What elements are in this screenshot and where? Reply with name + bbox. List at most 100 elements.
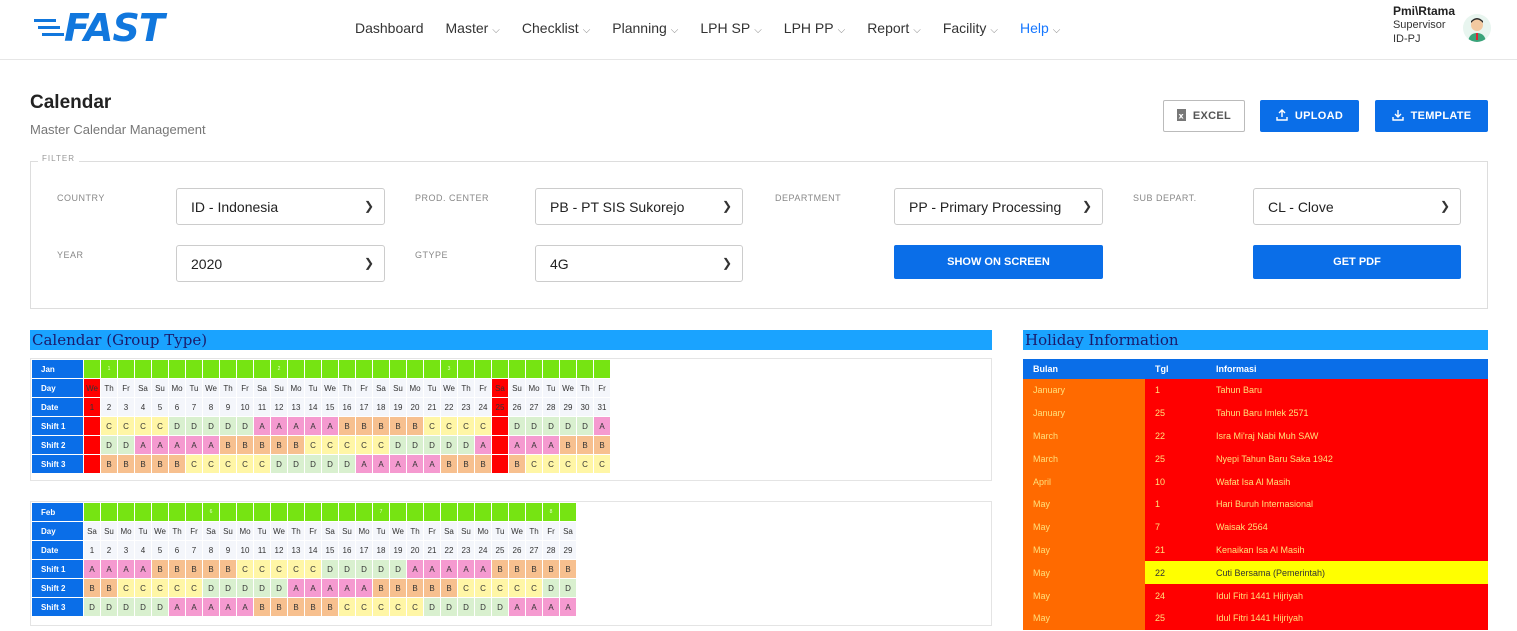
shift-cell: B (151, 559, 169, 579)
calendar-row-shift3: Shift 3DDDDDAAAAABBBBBCCCCCDDDDDAAAA (31, 597, 577, 617)
week-cell: 7 (372, 502, 390, 522)
shift-cell: C (457, 578, 475, 598)
day-cell: We (83, 378, 101, 398)
day-cell: Su (389, 378, 407, 398)
day-cell: Tu (185, 378, 203, 398)
nav-item-report[interactable]: Report ⌵ (867, 20, 921, 36)
day-cell: Sa (440, 521, 458, 541)
shift-cell: B (406, 416, 424, 436)
date-cell: 21 (423, 540, 441, 560)
day-cell: Th (525, 521, 543, 541)
holiday-date-cell: 1 (1145, 379, 1206, 402)
shift-cell: D (423, 597, 441, 617)
avatar[interactable] (1463, 14, 1491, 42)
week-cell (287, 502, 305, 522)
calendar-row-date: Date 1 2 3 4 5 6 7 8 9 10 11 12 13 14 15 16 17 18 19 20 21 22 2… (31, 397, 611, 417)
department-select[interactable]: PP - Primary Processing ❯ (894, 188, 1103, 225)
week-cell (185, 359, 203, 379)
shift-cell: B (508, 454, 526, 474)
holiday-info-cell: Idul Fitri 1441 Hijriyah (1206, 606, 1488, 630)
shift-cell: C (559, 454, 577, 474)
row-label-shift3: Shift 3 (31, 454, 84, 474)
nav-item-facility[interactable]: Facility ⌵ (943, 20, 998, 36)
shift-cell: A (406, 454, 424, 474)
date-cell: 11 (253, 397, 271, 417)
calendar-row-date: Date 1 2 3 4 5 6 7 8 9 10 11 12 13 14 15 16 17 18 19 20 21 22 2… (31, 540, 577, 560)
day-cell: We (508, 521, 526, 541)
shift-cell: C (236, 454, 254, 474)
nav-item-checklist[interactable]: Checklist ⌵ (522, 20, 590, 36)
month-label: Feb (31, 502, 84, 522)
app-logo[interactable]: FAST (34, 6, 165, 50)
nav-item-help[interactable]: Help ⌵ (1020, 20, 1060, 36)
user-location: ID-PJ (1392, 33, 1421, 45)
show-on-screen-button[interactable]: SHOW ON SCREEN (894, 245, 1103, 279)
week-cell (559, 502, 577, 522)
day-cell: Sa (372, 378, 390, 398)
sub-depart-select[interactable]: CL - Clove ❯ (1253, 188, 1461, 225)
shift-cell: C (542, 454, 560, 474)
shift-cell: A (202, 435, 220, 455)
template-button[interactable]: TEMPLATE (1375, 100, 1488, 132)
holiday-info-cell: Cuti Bersama (Pemerintah) (1206, 561, 1488, 585)
holiday-info-cell: Kenaikan Isa Al Masih (1206, 538, 1488, 562)
shift-cell: A (559, 597, 577, 617)
shift-cell: B (559, 559, 577, 579)
nav-item-lph-pp[interactable]: LPH PP ⌵ (784, 20, 845, 36)
day-cell: Fr (355, 378, 373, 398)
month-label: Jan (31, 359, 84, 379)
prod-center-value: PB - PT SIS Sukorejo (550, 198, 685, 215)
day-cell: We (151, 521, 169, 541)
day-cell: Th (168, 521, 186, 541)
shift-cell: C (168, 578, 186, 598)
shift-cell: D (338, 454, 356, 474)
excel-icon: x (1176, 108, 1186, 124)
holiday-info-cell: Isra Mi'raj Nabi Muh SAW (1206, 424, 1488, 448)
shift-cell: A (389, 454, 407, 474)
filter-legend: FILTER (38, 154, 79, 163)
holiday-date-cell: 7 (1145, 515, 1206, 539)
nav-item-dashboard[interactable]: Dashboard (355, 20, 424, 36)
shift-cell: A (287, 416, 305, 436)
shift-cell: C (117, 416, 135, 436)
holiday-date-cell: 24 (1145, 584, 1206, 607)
shift-cell: D (185, 416, 203, 436)
shift-cell (491, 416, 509, 436)
shift-cell: D (542, 416, 560, 436)
week-cell (83, 502, 101, 522)
gtype-select[interactable]: 4G ❯ (535, 245, 743, 282)
shift-cell: A (525, 435, 543, 455)
shift-cell: D (355, 559, 373, 579)
date-cell: 17 (355, 397, 373, 417)
shift-cell: B (287, 597, 305, 617)
nav-item-label: Planning (612, 20, 667, 36)
nav-item-master[interactable]: Master ⌵ (446, 20, 500, 36)
nav-item-label: Checklist (521, 20, 579, 36)
date-cell: 10 (236, 540, 254, 560)
year-select[interactable]: 2020 ❯ (176, 245, 385, 282)
shift-cell: B (100, 578, 118, 598)
date-cell: 22 (440, 540, 458, 560)
shift-cell: D (304, 454, 322, 474)
shift-cell: D (100, 435, 118, 455)
holiday-date-cell: 25 (1145, 606, 1206, 630)
shift-cell: D (440, 435, 458, 455)
nav-item-planning[interactable]: Planning ⌵ (612, 20, 678, 36)
holiday-info-cell: Wafat Isa Al Masih (1206, 470, 1488, 493)
shift-cell: C (355, 597, 373, 617)
day-cell: Fr (542, 521, 560, 541)
shift-cell: B (406, 578, 424, 598)
country-select[interactable]: ID - Indonesia ❯ (176, 188, 385, 225)
prod-center-select[interactable]: PB - PT SIS Sukorejo ❯ (535, 188, 743, 225)
upload-button[interactable]: UPLOAD (1260, 100, 1359, 132)
calendar-row-shift1: Shift 1CCCCDDDDDAAAAABBBBBCCCCDDDDDA (31, 416, 611, 436)
nav-item-lph-sp[interactable]: LPH SP ⌵ (700, 20, 761, 36)
user-info[interactable]: Pmi\Rtama Supervisor ID-PJ (1393, 4, 1455, 46)
week-cell (134, 359, 152, 379)
get-pdf-button[interactable]: GET PDF (1253, 245, 1461, 279)
excel-button[interactable]: x EXCEL (1163, 100, 1245, 132)
shift-cell: A (423, 454, 441, 474)
shift-cell: A (474, 435, 492, 455)
shift-cell: D (457, 435, 475, 455)
shift-cell: C (253, 454, 271, 474)
